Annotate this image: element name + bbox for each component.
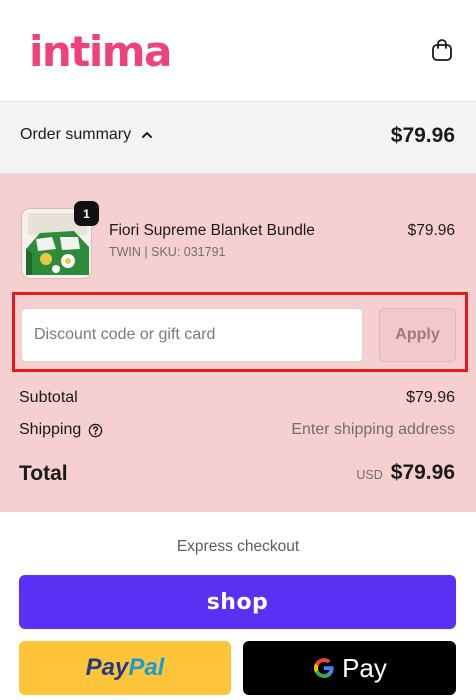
google-pay-label: Pay xyxy=(342,652,387,683)
discount-code-input[interactable] xyxy=(21,308,363,362)
question-circle-icon[interactable] xyxy=(88,423,103,438)
shopping-bag-icon[interactable] xyxy=(430,38,454,62)
google-g-icon xyxy=(314,658,334,678)
paypal-logo-part1: Pay xyxy=(85,654,129,681)
product-name: Fiori Supreme Blanket Bundle xyxy=(109,222,315,239)
google-pay-button[interactable]: Pay xyxy=(243,641,456,695)
subtotal-value: $79.96 xyxy=(406,389,455,406)
shop-pay-button[interactable]: shop xyxy=(19,575,456,629)
discount-highlight-box: Apply xyxy=(12,292,468,372)
total-currency: USD xyxy=(356,468,383,482)
shipping-value: Enter shipping address xyxy=(291,421,455,438)
total-label: Total xyxy=(19,462,68,485)
order-summary-toggle[interactable]: Order summary xyxy=(20,126,153,144)
order-summary-label: Order summary xyxy=(20,126,132,143)
order-summary-total: $79.96 xyxy=(390,124,455,147)
shipping-label-row: Shipping xyxy=(19,421,103,439)
shop-pay-logo: shop xyxy=(206,589,269,615)
product-price: $79.96 xyxy=(407,222,455,239)
order-summary-bar: Order summary $79.96 xyxy=(0,102,476,174)
subtotal-label: Subtotal xyxy=(19,389,78,406)
order-summary-panel: 1 Fiori Supreme Blanket Bundle TWIN | SK… xyxy=(0,174,476,512)
product-variant: TWIN | SKU: 031791 xyxy=(109,245,226,259)
quantity-badge: 1 xyxy=(74,201,99,226)
total-amount: USD $79.96 xyxy=(356,461,455,485)
express-checkout-label: Express checkout xyxy=(176,538,300,555)
paypal-logo-part2: Pal xyxy=(128,654,165,681)
site-header: intima xyxy=(0,0,476,102)
chevron-up-icon xyxy=(142,132,153,138)
brand-logo[interactable]: intima xyxy=(29,24,172,80)
total-value: $79.96 xyxy=(390,461,455,484)
shipping-label: Shipping xyxy=(19,421,82,438)
paypal-button[interactable]: PayPal xyxy=(19,641,231,695)
apply-discount-button[interactable]: Apply xyxy=(379,308,456,362)
